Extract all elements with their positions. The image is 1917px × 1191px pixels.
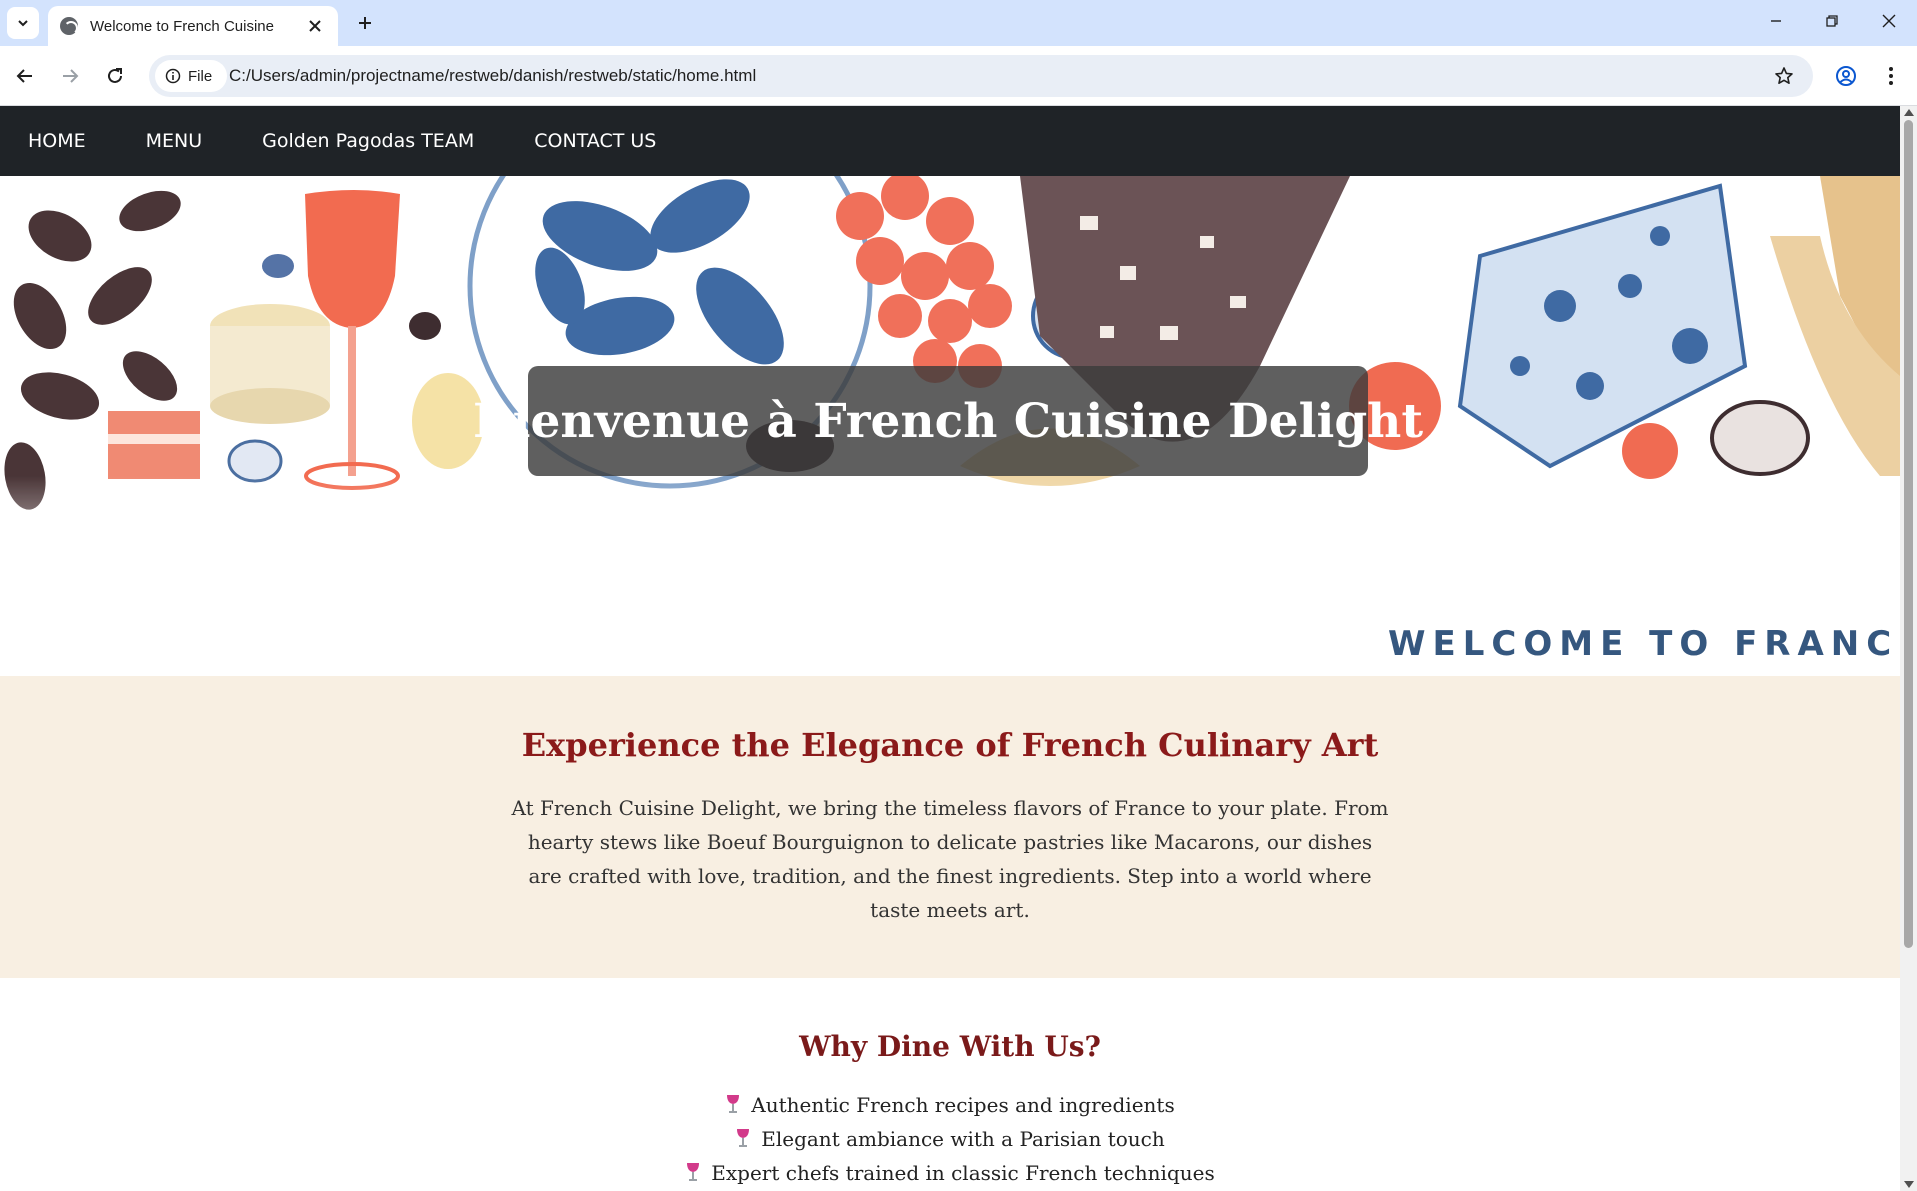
intro-section: Experience the Elegance of French Culina… (0, 676, 1900, 978)
wine-glass-icon (737, 1129, 750, 1147)
list-item-text: Elegant ambiance with a Parisian touch (761, 1127, 1165, 1151)
arrow-left-icon (16, 69, 32, 83)
welcome-stamp: WELCOME TO FRANCE (1388, 624, 1900, 664)
nav-link-home[interactable]: HOME (28, 130, 86, 152)
intro-paragraph: At French Cuisine Delight, we bring the … (511, 796, 1389, 922)
list-item: Expert chefs trained in classic French t… (0, 1156, 1900, 1190)
hero-title-box: Bienvenue à French Cuisine Delight (473, 366, 1423, 476)
plus-icon (359, 17, 371, 29)
chevron-down-icon (18, 20, 28, 27)
list-item: Authentic French recipes and ingredients (0, 1088, 1900, 1122)
list-item-text: Authentic French recipes and ingredients (751, 1093, 1175, 1117)
restore-icon (1826, 15, 1838, 27)
scroll-down-arrow[interactable] (1904, 1181, 1914, 1188)
nav-link-team[interactable]: Golden Pagodas TEAM (262, 130, 474, 152)
profile-button[interactable] (1828, 58, 1864, 94)
back-button[interactable] (7, 58, 43, 94)
why-heading: Why Dine With Us? (799, 1030, 1101, 1063)
site-info-chip[interactable]: File (155, 60, 227, 92)
scroll-thumb[interactable] (1904, 120, 1913, 948)
scroll-up-arrow[interactable] (1904, 109, 1914, 116)
close-icon (309, 20, 321, 32)
star-icon (1775, 67, 1793, 84)
nav-link-contact[interactable]: CONTACT US (534, 130, 656, 152)
page-viewport: HOME MENU Golden Pagodas TEAM CONTACT US (0, 106, 1900, 1191)
reload-icon (108, 68, 122, 83)
close-tab-button[interactable] (304, 15, 326, 37)
close-icon (1882, 14, 1896, 28)
hero-title: Bienvenue à French Cuisine Delight (472, 393, 1424, 449)
tab-search-button[interactable] (7, 7, 39, 39)
info-icon (165, 68, 181, 84)
hero-banner: Bienvenue à French Cuisine Delight WELCO… (0, 176, 1900, 676)
bookmark-button[interactable] (1771, 63, 1797, 89)
restore-button[interactable] (1804, 0, 1860, 42)
intro-heading: Experience the Elegance of French Culina… (521, 726, 1379, 764)
tab-title: Welcome to French Cuisine (90, 17, 274, 35)
new-tab-button[interactable] (350, 8, 380, 38)
globe-icon (60, 17, 78, 35)
browser-tab[interactable]: Welcome to French Cuisine (48, 6, 338, 46)
wine-glass-icon (727, 1095, 740, 1113)
reload-button[interactable] (97, 58, 133, 94)
address-bar[interactable]: File C:/Users/admin/projectname/restweb/… (149, 55, 1813, 97)
list-item-text: Expert chefs trained in classic French t… (711, 1161, 1215, 1185)
browser-toolbar: File C:/Users/admin/projectname/restweb/… (0, 46, 1917, 106)
minimize-button[interactable] (1748, 0, 1804, 42)
wine-glass-icon (687, 1163, 700, 1181)
more-vertical-icon (1889, 67, 1893, 85)
why-section: Why Dine With Us? Authentic French recip… (0, 978, 1900, 1191)
menu-button[interactable] (1873, 58, 1909, 94)
chip-label: File (188, 67, 213, 85)
url-text[interactable]: C:/Users/admin/projectname/restweb/danis… (229, 66, 756, 86)
list-item: Elegant ambiance with a Parisian touch (0, 1122, 1900, 1156)
site-navbar: HOME MENU Golden Pagodas TEAM CONTACT US (0, 106, 1900, 176)
minimize-icon (1771, 20, 1781, 22)
arrow-right-icon (63, 69, 79, 83)
page-scrollbar[interactable] (1900, 106, 1917, 1191)
account-icon (1836, 66, 1856, 86)
forward-button[interactable] (52, 58, 88, 94)
close-window-button[interactable] (1861, 0, 1917, 42)
browser-tab-bar: Welcome to French Cuisine (0, 0, 1917, 46)
why-list: Authentic French recipes and ingredients… (0, 1088, 1900, 1190)
nav-link-menu[interactable]: MENU (146, 130, 203, 152)
